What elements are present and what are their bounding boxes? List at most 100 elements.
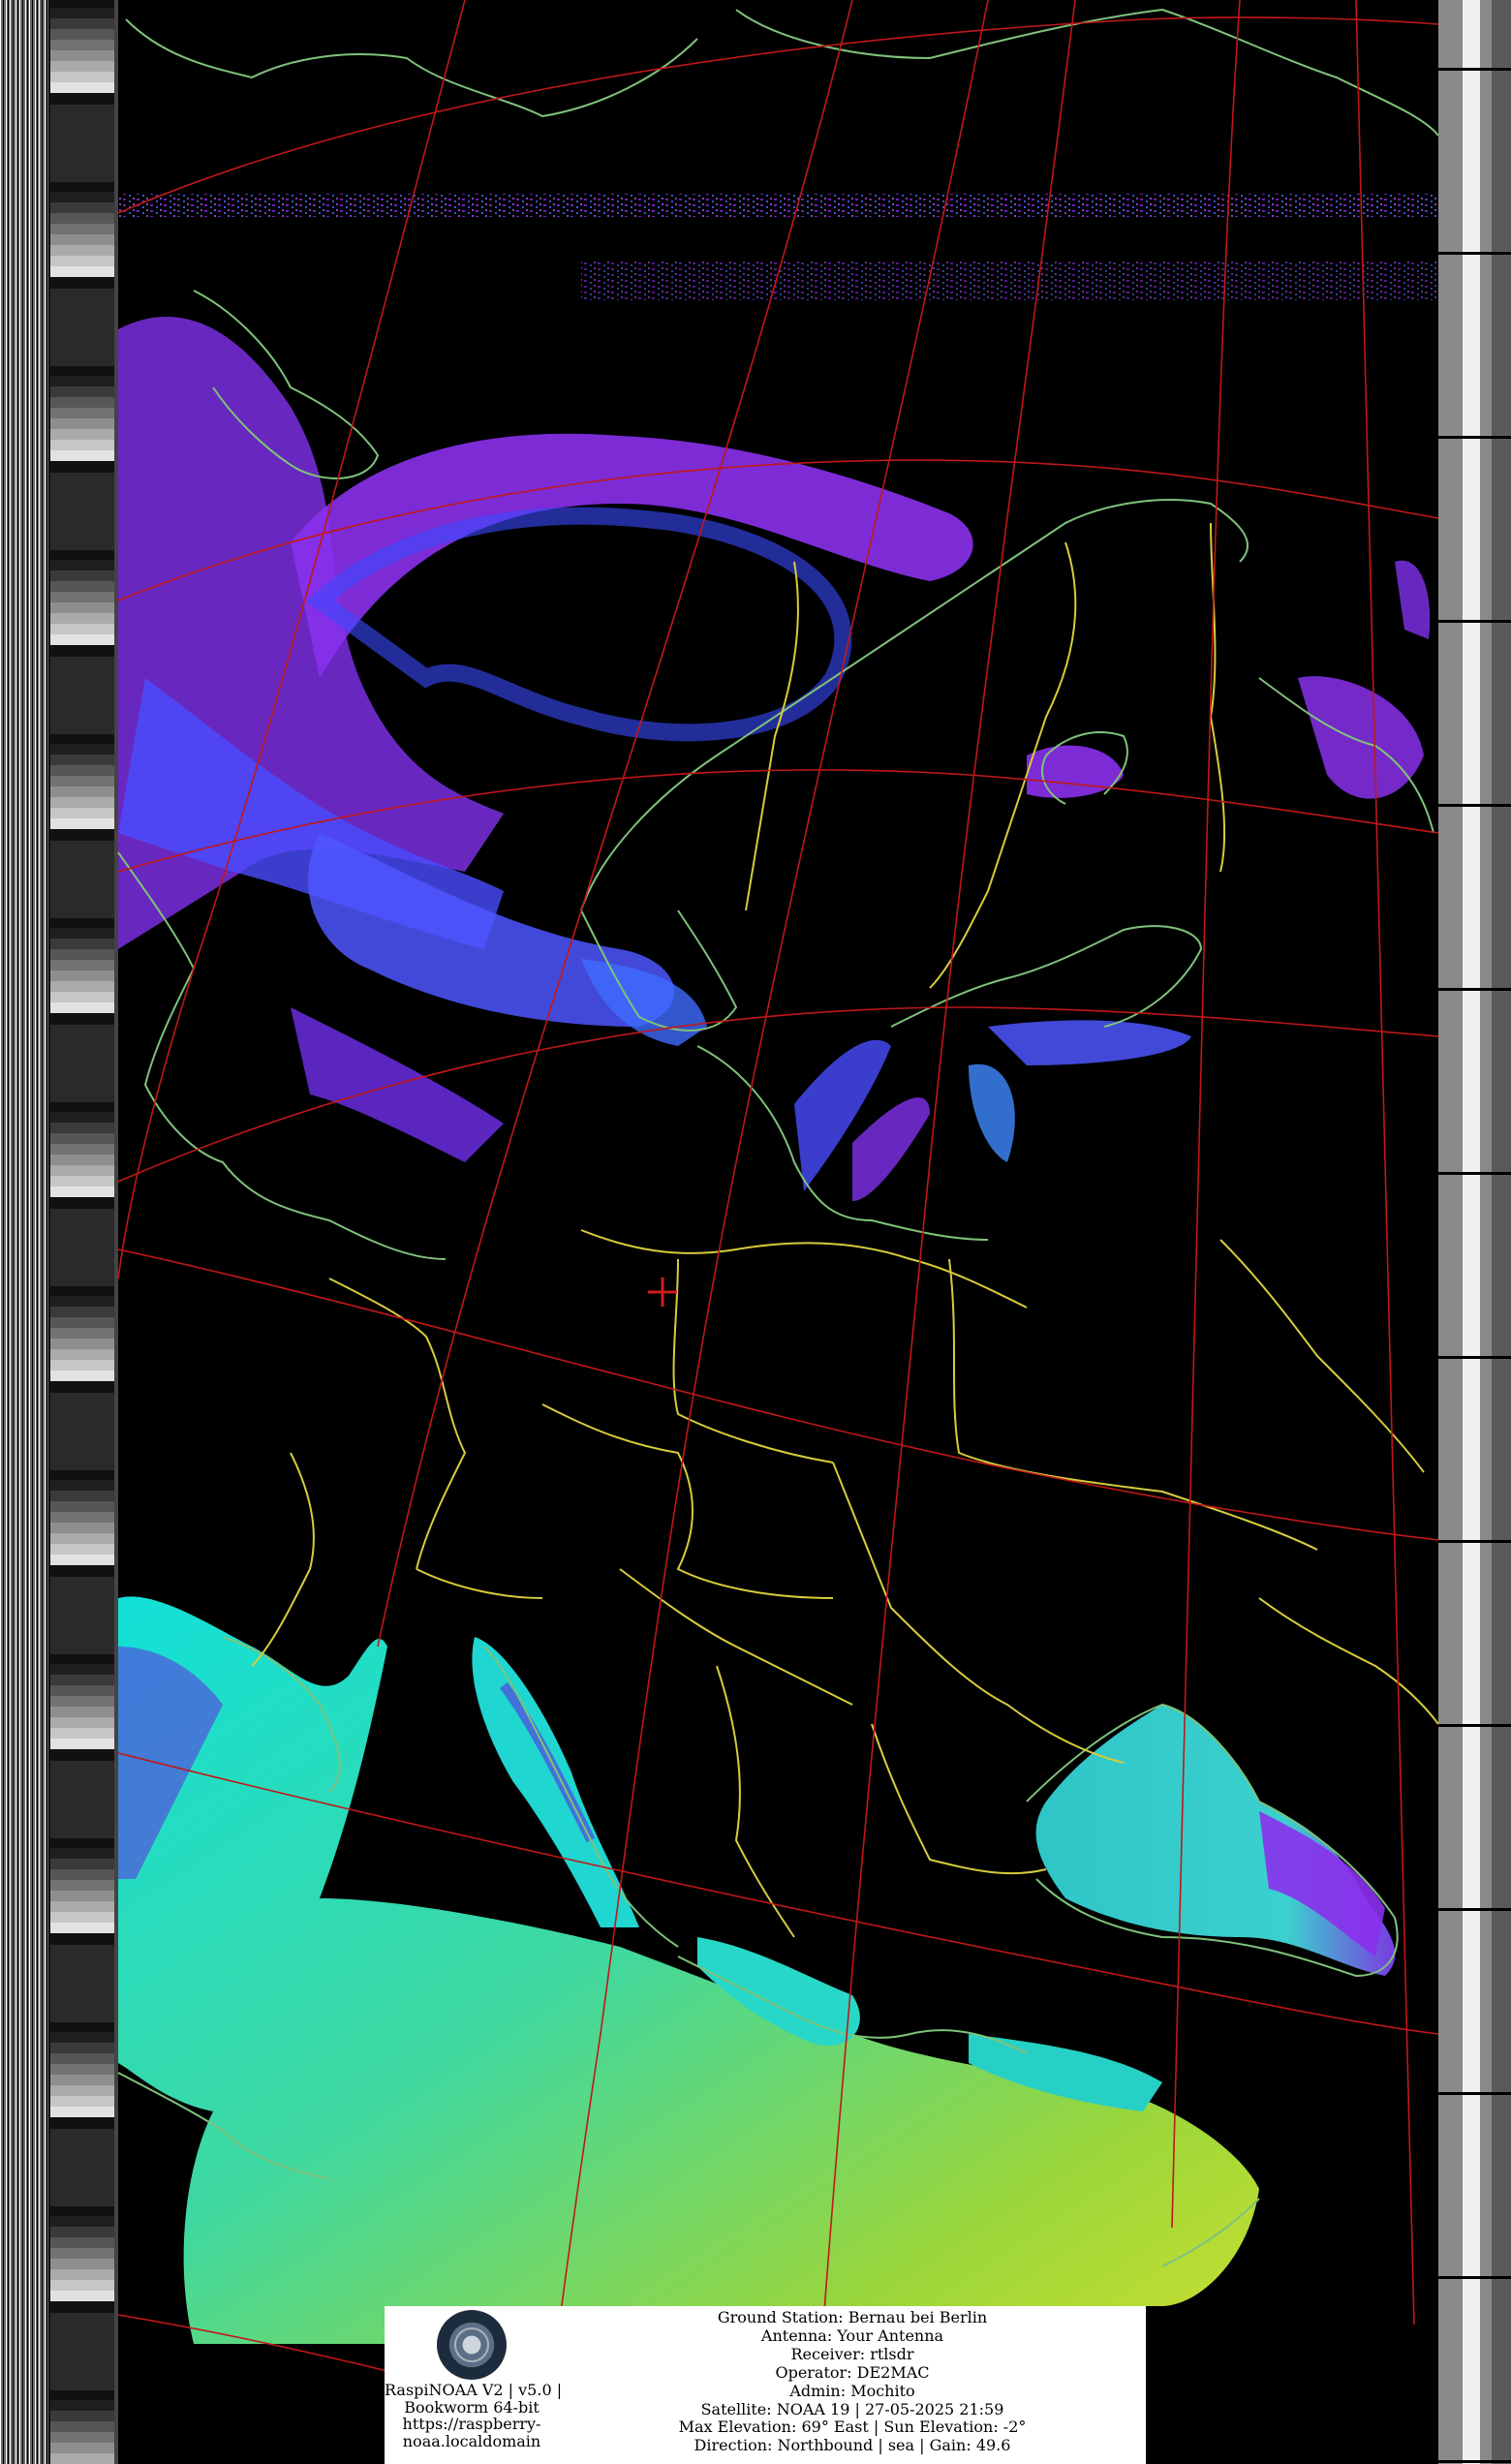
calibration-wedge (50, 2280, 114, 2291)
calibration-wedge-dark (50, 657, 114, 734)
calibration-wedge (50, 429, 114, 440)
telemetry-marker (1438, 2460, 1511, 2463)
calibration-wedge-dark (50, 1209, 114, 1286)
calibration-wedge (50, 2043, 114, 2053)
calibration-wedge-dark (50, 1945, 114, 2022)
calibration-wedge (50, 939, 114, 949)
sync-strip-left (0, 0, 118, 2464)
caption-os: Bookworm 64-bit (404, 2397, 540, 2417)
calibration-wedge-dark (50, 1761, 114, 1838)
caption-elevation: Max Elevation: 69° East | Sun Elevation:… (678, 2418, 1027, 2437)
telemetry-marker (1438, 1908, 1511, 1911)
caption-ground-station: Ground Station: Bernau bei Berlin (717, 2308, 988, 2326)
calibration-wedge (50, 1717, 114, 1728)
calibration-wedge (50, 786, 114, 797)
calibration-wedge (50, 72, 114, 82)
caption-version: RaspiNOAA V2 | v5.0 | (385, 2381, 563, 2399)
calibration-wedge (50, 1176, 114, 1186)
calibration-wedge (50, 1186, 114, 1197)
caption-receiver: Receiver: rtlsdr (790, 2344, 914, 2363)
calibration-wedge-dark (50, 841, 114, 918)
calibration-wedge (50, 192, 114, 202)
calibration-wedge (50, 50, 114, 61)
calibration-wedge (50, 1880, 114, 1891)
calibration-wedge (50, 1555, 114, 1565)
calibration-wedge (50, 1533, 114, 1544)
caption-satellite: Satellite: NOAA 19 | 27-05-2025 21:59 (700, 2399, 1004, 2418)
calibration-wedge (50, 624, 114, 634)
calibration-wedge (50, 928, 114, 939)
calibration-wedge (50, 1859, 114, 1869)
calibration-wedge (50, 1480, 114, 1491)
calibration-wedge (50, 408, 114, 418)
calibration-wedge (50, 2453, 114, 2464)
calibration-wedge (50, 2269, 114, 2280)
calibration-wedge (50, 960, 114, 970)
caption-box: RaspiNOAA V2 | v5.0 | Bookworm 64-bit ht… (385, 2306, 1146, 2464)
telemetry-marker (1438, 1540, 1511, 1543)
caption-direction: Direction: Northbound | sea | Gain: 49.6 (694, 2436, 1011, 2455)
telemetry-strip-right (1438, 0, 1511, 2464)
calibration-wedge (50, 2107, 114, 2117)
calibration-wedge (50, 386, 114, 397)
calibration-wedge-dark (50, 2129, 114, 2206)
calibration-wedge (50, 2075, 114, 2085)
calibration-wedge (50, 2085, 114, 2096)
telemetry-marker (1438, 252, 1511, 255)
calibration-wedge-dark (50, 1393, 114, 1470)
calibration-wedge (50, 202, 114, 213)
calibration-wedge (50, 256, 114, 266)
calibration-wedge (50, 2411, 114, 2421)
calibration-wedge (50, 755, 114, 765)
calibration-wedge (50, 2421, 114, 2432)
calibration-wedge (50, 1685, 114, 1696)
telemetry-marker (1438, 1172, 1511, 1175)
calibration-wedge (50, 1707, 114, 1717)
calibration-wedge (50, 8, 114, 18)
calibration-wedge (50, 602, 114, 613)
calibration-wedge (50, 82, 114, 93)
calibration-wedge-dark (50, 473, 114, 550)
caption-url-1: https://raspberry- (402, 2415, 541, 2433)
telemetry-marker (1438, 68, 1511, 71)
calibration-wedge-dark (50, 105, 114, 182)
calibration-wedge (50, 1696, 114, 1707)
calibration-wedge (50, 2443, 114, 2453)
raspinoaa-globe-logo (437, 2310, 507, 2380)
calibration-wedge (50, 1296, 114, 1307)
satellite-image (0, 0, 1511, 2464)
calibration-wedge (50, 1544, 114, 1555)
calibration-wedge (50, 1901, 114, 1912)
calibration-wedge (50, 1664, 114, 1675)
telemetry-marker (1438, 2092, 1511, 2095)
calibration-wedge (50, 1371, 114, 1381)
calibration-wedge (50, 440, 114, 450)
calibration-wedge (50, 1112, 114, 1123)
calibration-wedge (50, 266, 114, 277)
calibration-wedge (50, 2032, 114, 2043)
calibration-wedge (50, 2259, 114, 2269)
calibration-wedge (50, 1675, 114, 1685)
caption-url-2: noaa.localdomain (402, 2431, 541, 2450)
telemetry-marker (1438, 2276, 1511, 2279)
calibration-wedge (50, 1923, 114, 1933)
caption-admin: Admin: Mochito (789, 2381, 915, 2400)
calibration-wedge (50, 992, 114, 1002)
calibration-wedge (50, 765, 114, 776)
calibration-wedge (50, 776, 114, 786)
calibration-wedge (50, 570, 114, 581)
calibration-wedge (50, 818, 114, 829)
calibration-wedge-dark (50, 1025, 114, 1102)
calibration-wedge (50, 970, 114, 981)
calibration-wedge (50, 592, 114, 602)
calibration-wedge (50, 613, 114, 624)
telemetry-marker (1438, 1724, 1511, 1727)
calibration-wedge (50, 2216, 114, 2227)
calibration-wedge (50, 2053, 114, 2064)
calibration-wedge (50, 2096, 114, 2107)
caption-antenna: Antenna: Your Antenna (760, 2325, 944, 2345)
calibration-wedge (50, 1848, 114, 1859)
telemetry-marker (1438, 436, 1511, 439)
calibration-wedge-dark (50, 2313, 114, 2390)
calibration-wedge (50, 1155, 114, 1165)
